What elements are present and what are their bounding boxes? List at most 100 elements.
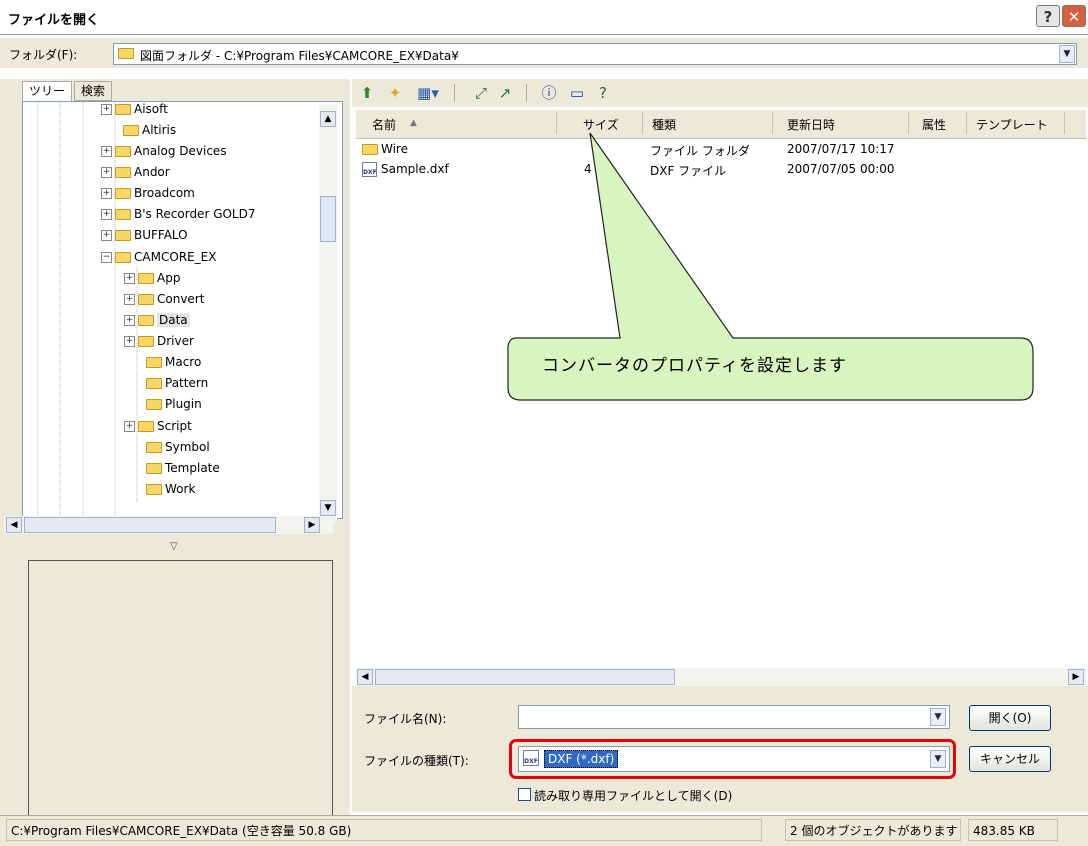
tree-scroll-thumb[interactable] bbox=[320, 196, 336, 242]
tree-item[interactable]: + Broadcom bbox=[101, 183, 195, 203]
preview-pane bbox=[28, 560, 333, 836]
tree-item-label: Script bbox=[157, 419, 192, 433]
preview-icon[interactable]: ⤢ bbox=[472, 84, 490, 102]
folder-path: 図面フォルダ - C:¥Program Files¥CAMCORE_EX¥Dat… bbox=[140, 49, 459, 63]
converter-properties-icon[interactable]: ▭ bbox=[568, 84, 586, 102]
tree-item-label: Data bbox=[157, 313, 190, 327]
file-name[interactable]: Sample.dxf bbox=[381, 162, 449, 176]
folder-icon bbox=[138, 273, 154, 284]
folder-icon bbox=[115, 104, 131, 115]
filetype-highlight bbox=[509, 739, 956, 779]
tree-item[interactable]: + B's Recorder GOLD7 bbox=[101, 204, 256, 224]
expand-icon[interactable]: + bbox=[124, 294, 135, 305]
column-separator[interactable] bbox=[556, 112, 557, 134]
status-count: 2 個のオブジェクトがあります bbox=[785, 819, 961, 841]
column-template[interactable]: テンプレート bbox=[976, 116, 1048, 133]
tree-item-label: CAMCORE_EX bbox=[134, 250, 217, 264]
expand-icon[interactable]: + bbox=[101, 230, 112, 241]
column-attr[interactable]: 属性 bbox=[922, 116, 946, 133]
cancel-button[interactable]: キャンセル bbox=[969, 746, 1051, 772]
folder-icon bbox=[123, 125, 139, 136]
tool-icon[interactable]: ↗ bbox=[496, 84, 514, 102]
folder-icon bbox=[138, 421, 154, 432]
tree-item[interactable]: + Convert bbox=[124, 289, 204, 309]
expand-icon[interactable]: + bbox=[101, 146, 112, 157]
tree-item[interactable]: Work bbox=[146, 479, 195, 499]
tree-item[interactable]: − CAMCORE_EX bbox=[101, 247, 217, 267]
tree-item-label: Analog Devices bbox=[134, 144, 227, 158]
tree-item[interactable]: Template bbox=[146, 458, 220, 478]
expand-icon[interactable]: + bbox=[101, 167, 112, 178]
splitter-arrow-icon[interactable]: ▽ bbox=[170, 541, 178, 552]
file-name[interactable]: Wire bbox=[381, 142, 408, 156]
expand-icon[interactable]: + bbox=[124, 315, 135, 326]
tree-item-label: Macro bbox=[165, 355, 202, 369]
expand-icon[interactable]: + bbox=[101, 188, 112, 199]
column-separator[interactable] bbox=[642, 112, 643, 134]
tree-item-label: B's Recorder GOLD7 bbox=[134, 207, 256, 221]
tree-item[interactable]: Pattern bbox=[146, 373, 208, 393]
tab-search[interactable]: 検索 bbox=[74, 81, 113, 101]
tree-item-label: Broadcom bbox=[134, 186, 195, 200]
tree-item[interactable]: + Andor bbox=[101, 162, 170, 182]
expand-icon[interactable]: + bbox=[101, 209, 112, 220]
tree-item[interactable]: + Aisoft bbox=[101, 99, 168, 119]
new-folder-icon[interactable]: ✦ bbox=[386, 84, 404, 102]
chevron-down-icon[interactable]: ▼ bbox=[930, 708, 946, 726]
tree-item[interactable]: + Analog Devices bbox=[101, 141, 227, 161]
up-folder-icon[interactable]: ⬆ bbox=[358, 84, 376, 102]
folder-icon bbox=[118, 48, 134, 59]
readonly-checkbox[interactable] bbox=[518, 788, 531, 801]
status-size: 483.85 KB bbox=[968, 819, 1058, 841]
tree-item[interactable]: Altiris bbox=[123, 120, 176, 140]
tree-item[interactable]: + App bbox=[124, 268, 180, 288]
tree-item[interactable]: Macro bbox=[146, 352, 201, 372]
expand-icon[interactable]: + bbox=[101, 104, 112, 115]
tree-item[interactable]: + Driver bbox=[124, 331, 194, 351]
column-separator[interactable] bbox=[908, 112, 909, 134]
column-modified[interactable]: 更新日時 bbox=[787, 116, 835, 133]
window-title: ファイルを開く bbox=[8, 13, 100, 28]
scroll-left-icon[interactable]: ◀ bbox=[6, 517, 22, 533]
view-menu-icon[interactable]: ▦▾ bbox=[414, 84, 442, 102]
folder-icon bbox=[146, 357, 162, 368]
folder-icon bbox=[115, 167, 131, 178]
tree-item-label: Convert bbox=[157, 292, 205, 306]
tree-item[interactable]: + Data bbox=[124, 310, 190, 330]
collapse-icon[interactable]: − bbox=[101, 252, 112, 263]
close-button[interactable]: ✕ bbox=[1062, 5, 1086, 27]
help-icon[interactable]: ? bbox=[594, 84, 612, 102]
expand-icon[interactable]: + bbox=[124, 421, 135, 432]
folder-icon bbox=[115, 188, 131, 199]
filename-input[interactable] bbox=[518, 705, 950, 729]
file-modified: 2007/07/05 00:00 bbox=[787, 162, 895, 176]
tree-item[interactable]: + BUFFALO bbox=[101, 225, 188, 245]
scroll-right-icon[interactable]: ▶ bbox=[1068, 669, 1084, 685]
scroll-down-icon[interactable]: ▼ bbox=[320, 500, 336, 516]
tree-item[interactable]: Symbol bbox=[146, 437, 210, 457]
tab-tree[interactable]: ツリー bbox=[22, 81, 73, 101]
tree-hscroll-thumb[interactable] bbox=[24, 517, 276, 533]
help-button[interactable]: ? bbox=[1036, 5, 1060, 27]
list-hscroll-thumb[interactable] bbox=[375, 669, 675, 685]
tree-item-label: Symbol bbox=[165, 440, 210, 454]
scroll-right-icon[interactable]: ▶ bbox=[304, 517, 320, 533]
column-type[interactable]: 種類 bbox=[652, 116, 676, 133]
expand-icon[interactable]: + bbox=[124, 336, 135, 347]
tree-item[interactable]: + Script bbox=[124, 416, 192, 436]
column-separator[interactable] bbox=[966, 112, 967, 134]
column-separator[interactable] bbox=[1064, 112, 1065, 134]
tree-vertical-scrollbar[interactable] bbox=[319, 104, 337, 522]
column-separator[interactable] bbox=[772, 112, 773, 134]
scroll-left-icon[interactable]: ◀ bbox=[357, 669, 373, 685]
status-path: C:¥Program Files¥CAMCORE_EX¥Data (空き容量 5… bbox=[6, 819, 762, 841]
column-size[interactable]: サイズ bbox=[583, 116, 619, 133]
open-button[interactable]: 開く(O) bbox=[969, 705, 1051, 731]
info-icon[interactable]: ⓘ bbox=[540, 84, 558, 102]
column-name[interactable]: 名前 bbox=[372, 116, 396, 133]
folder-icon bbox=[146, 484, 162, 495]
chevron-down-icon[interactable]: ▼ bbox=[1059, 45, 1075, 63]
expand-icon[interactable]: + bbox=[124, 273, 135, 284]
scroll-up-icon[interactable]: ▲ bbox=[320, 111, 336, 127]
tree-item[interactable]: Plugin bbox=[146, 394, 202, 414]
